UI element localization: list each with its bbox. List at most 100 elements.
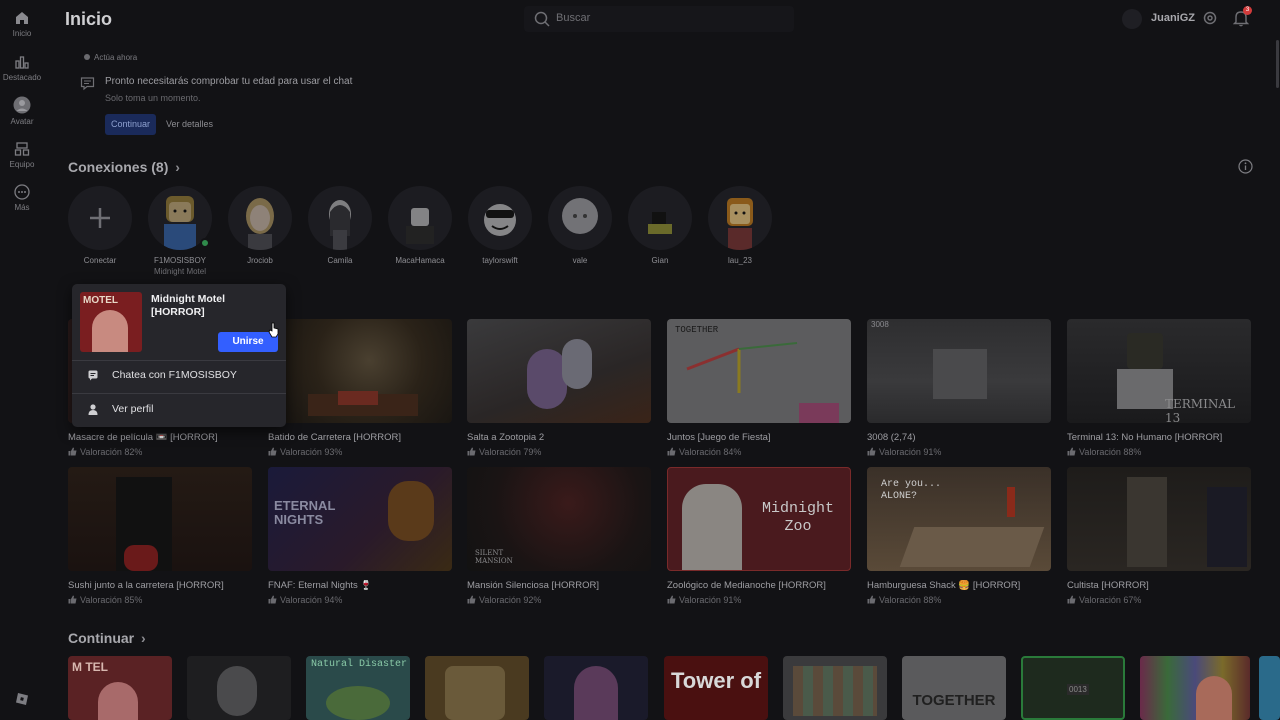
sidebar-item-team[interactable]: Equipo <box>0 141 44 169</box>
top-bar: Inicio Buscar JuaniGZ 3 <box>44 0 1280 38</box>
action-tag: Actúa ahora <box>84 53 137 62</box>
chat-with-friend-item[interactable]: Chatea con F1MOSISBOY <box>72 360 286 392</box>
sidebar-item-label: Equipo <box>9 160 35 169</box>
details-button[interactable]: Ver detalles <box>166 114 213 135</box>
game-thumbnail: TERMINAL 13 <box>1067 319 1251 423</box>
game-rating-text: Valoración 67% <box>1079 595 1142 605</box>
connect-button[interactable]: Conectar <box>67 186 133 265</box>
game-title: Cultista [HORROR] <box>1067 580 1149 591</box>
continue-card[interactable] <box>544 656 648 720</box>
friend-camila[interactable]: Camila <box>307 186 373 265</box>
person-icon <box>88 404 98 415</box>
game-card[interactable]: 3008 3008 (2,74) Valoración 91% <box>867 319 1051 457</box>
sidebar-item-avatar[interactable]: Avatar <box>0 96 44 126</box>
game-card[interactable]: SILENT MANSION Mansión Silenciosa [HORRO… <box>467 467 651 605</box>
continue-card[interactable] <box>783 656 887 720</box>
continue-card[interactable]: TOGETHER <box>902 656 1006 720</box>
continue-card[interactable] <box>1140 656 1250 720</box>
chat-with-friend-label: Chatea con F1MOSISBOY <box>112 369 237 381</box>
friend-vale[interactable]: vale <box>547 186 613 265</box>
sidebar-item-label: Más <box>14 203 30 212</box>
username[interactable]: JuaniGZ <box>1151 12 1195 24</box>
game-card[interactable]: TERMINAL 13 Terminal 13: No Humano [HORR… <box>1067 319 1251 457</box>
sidebar-item-featured[interactable]: Destacado <box>0 54 44 82</box>
game-title: Masacre de película 📼 [HORROR] <box>68 432 218 443</box>
thumb-label: SILENT MANSION <box>475 549 513 565</box>
continue-card[interactable] <box>425 656 529 720</box>
view-profile-item[interactable]: Ver perfil <box>72 394 286 426</box>
game-title: Batido de Carretera [HORROR] <box>268 432 402 443</box>
notice-subtitle: Solo toma un momento. <box>105 93 201 103</box>
game-rating-text: Valoración 88% <box>879 595 942 605</box>
continue-card[interactable] <box>187 656 291 720</box>
continue-header[interactable]: Continuar › <box>68 630 146 646</box>
thumb-label: Natural Disaster <box>311 659 408 670</box>
avatar <box>648 212 672 234</box>
avatar <box>562 198 598 234</box>
game-card[interactable]: TOGETHER Juntos [Juego de Fiesta] Valora… <box>667 319 851 457</box>
sidebar: Inicio Destacado Avatar Equipo Más <box>0 0 44 720</box>
game-card[interactable]: Batido de Carretera [HORROR] Valoración … <box>268 319 452 457</box>
info-icon[interactable] <box>1238 159 1253 174</box>
friend-taylorswift[interactable]: taylorswift <box>467 186 533 265</box>
chat-icon <box>80 77 95 91</box>
game-title: Juntos [Juego de Fiesta] <box>667 432 771 443</box>
game-rating: Valoración 88% <box>1067 447 1251 457</box>
game-rating-text: Valoración 88% <box>1079 447 1142 457</box>
thumb-label: Tower of <box>670 668 762 693</box>
gear-icon[interactable] <box>1202 10 1218 26</box>
game-title: FNAF: Eternal Nights 🍷 <box>268 580 373 591</box>
connections-header[interactable]: Conexiones (8) › <box>68 159 180 175</box>
continue-card[interactable]: Tower of <box>664 656 768 720</box>
thumb-label: Midnight Zoo <box>761 500 834 535</box>
search-icon <box>534 11 550 27</box>
popup-game-thumbnail[interactable]: MOTEL <box>80 292 142 352</box>
thumbs-up-icon <box>68 447 77 456</box>
chart-icon <box>15 56 29 69</box>
friend-f1mosisboy[interactable]: F1MOSISBOY Midnight Motel <box>147 186 213 276</box>
game-thumbnail: Midnight Zoo <box>667 467 851 571</box>
friend-jrociob[interactable]: Jrociob <box>227 186 293 265</box>
game-card[interactable]: ETERNAL NIGHTS FNAF: Eternal Nights 🍷 Va… <box>268 467 452 605</box>
search-placeholder: Buscar <box>556 12 591 24</box>
sidebar-item-home[interactable]: Inicio <box>0 10 44 38</box>
game-rating-text: Valoración 91% <box>679 595 742 605</box>
sidebar-logo[interactable] <box>0 692 44 709</box>
friend-name: lau_23 <box>727 256 753 265</box>
game-rating: Valoración 67% <box>1067 595 1251 605</box>
game-rating: Valoración 79% <box>467 447 651 457</box>
continue-card[interactable]: M TEL <box>68 656 172 720</box>
roblox-logo-icon <box>16 693 28 705</box>
thumbs-up-icon <box>68 595 77 604</box>
continue-card[interactable] <box>1259 656 1280 720</box>
scrollbar[interactable] <box>1276 40 1279 88</box>
game-thumbnail: SILENT MANSION <box>467 467 651 571</box>
avatar <box>246 198 274 250</box>
game-rating-text: Valoración 84% <box>679 447 742 457</box>
thumb-label: 3008 <box>871 320 889 329</box>
friend-name: vale <box>572 256 588 265</box>
thumb-label: MOTEL <box>83 295 118 306</box>
mouse-cursor-icon <box>268 322 279 338</box>
friend-macahamaca[interactable]: MacaHamaca <box>387 186 453 265</box>
game-rating: Valoración 94% <box>268 595 452 605</box>
avatar[interactable] <box>1122 9 1142 29</box>
continue-card[interactable]: 0013 <box>1021 656 1125 720</box>
friend-gian[interactable]: Gian <box>627 186 693 265</box>
game-card[interactable]: Midnight Zoo Zoológico de Medianoche [HO… <box>667 467 851 605</box>
game-card[interactable]: Cultista [HORROR] Valoración 67% <box>1067 467 1251 605</box>
game-card[interactable]: Are you... ALONE? Hamburguesa Shack 🍔 [H… <box>867 467 1051 605</box>
continue-button[interactable]: Continuar <box>105 114 157 135</box>
thumbs-up-icon <box>467 595 476 604</box>
continue-card[interactable]: Natural Disaster <box>306 656 410 720</box>
game-card[interactable]: Salta a Zootopia 2 Valoración 79% <box>467 319 651 457</box>
game-card[interactable]: Sushi junto a la carretera [HORROR] Valo… <box>68 467 252 605</box>
friend-name: Conectar <box>83 256 117 265</box>
search-input[interactable]: Buscar <box>524 6 794 32</box>
view-profile-label: Ver perfil <box>112 403 154 415</box>
friend-lau23[interactable]: lau_23 <box>707 186 773 265</box>
friend-name: taylorswift <box>482 256 518 265</box>
game-title: Zoológico de Medianoche [HORROR] <box>667 580 826 591</box>
sidebar-item-more[interactable]: Más <box>0 184 44 212</box>
game-rating-text: Valoración 91% <box>879 447 942 457</box>
